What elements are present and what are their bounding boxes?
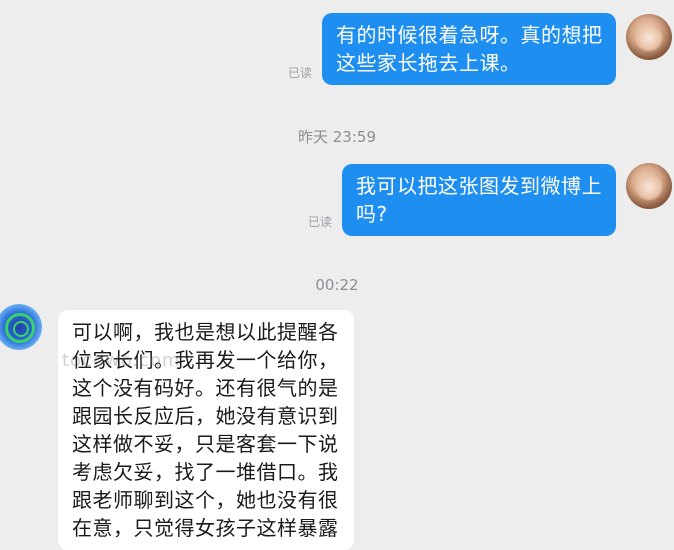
read-status: 已读 — [288, 66, 313, 80]
message-line: 这样做不妥，只是客套一下说 — [72, 432, 339, 456]
message-line: 考虑欠妥，找了一堆借口。我 — [72, 460, 339, 484]
chat-view: 有的时候很着急呀。真的想把 这些家长拖去上课。 已读 昨天 23:59 我可以把… — [0, 0, 674, 550]
watermark: tocowo.com — [62, 350, 181, 371]
message-line: 吗? — [356, 202, 388, 226]
outgoing-message-bubble[interactable]: 我可以把这张图发到微博上 吗? — [342, 164, 616, 236]
my-avatar[interactable] — [626, 163, 672, 209]
message-line: 这些家长拖去上课。 — [336, 51, 521, 75]
message-line: 可以啊，我也是想以此提醒各 — [72, 320, 339, 344]
read-status: 已读 — [308, 215, 333, 229]
outgoing-message-bubble[interactable]: 有的时候很着急呀。真的想把 这些家长拖去上课。 — [322, 13, 616, 85]
my-avatar[interactable] — [626, 14, 672, 60]
message-line: 跟老师聊到这个，她也没有很 — [72, 488, 339, 512]
time-separator: 昨天 23:59 — [298, 128, 376, 146]
message-line: 跟园长反应后，她没有意识到 — [72, 404, 339, 428]
message-line: 有的时候很着急呀。真的想把 — [336, 23, 603, 47]
logo-icon — [5, 313, 35, 343]
incoming-message-bubble[interactable]: 可以啊，我也是想以此提醒各 位家长们。我再发一个给你， 这个没有码好。还有很气的… — [58, 310, 354, 550]
contact-avatar[interactable] — [0, 304, 42, 350]
message-line: 我可以把这张图发到微博上 — [356, 174, 602, 198]
message-line: 这个没有码好。还有很气的是 — [72, 376, 339, 400]
time-separator: 00:22 — [315, 276, 359, 294]
